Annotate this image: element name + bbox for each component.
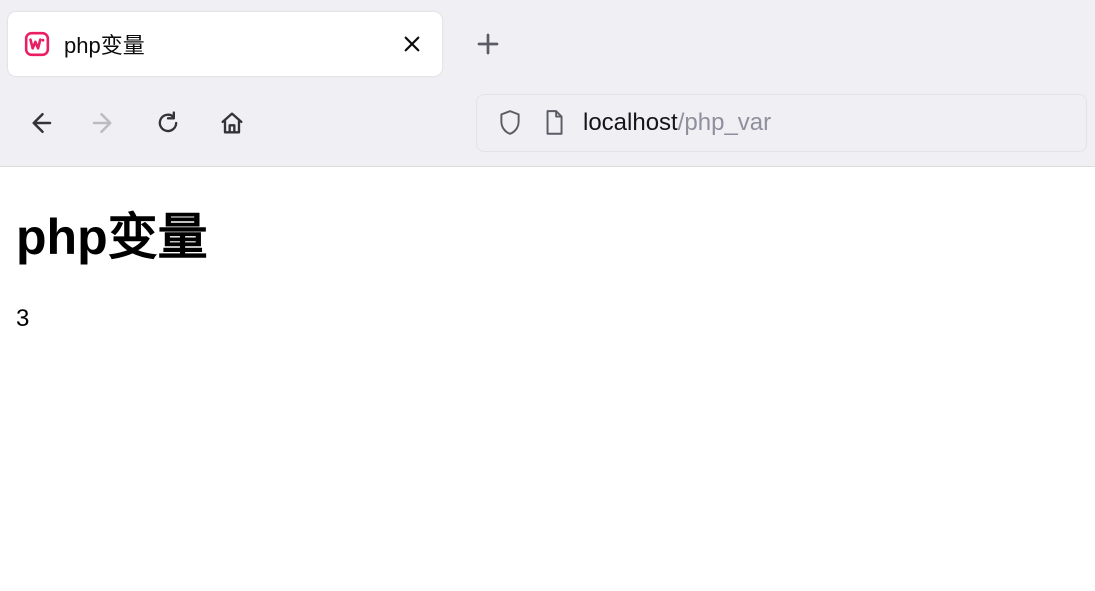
url-path: /php_var	[678, 109, 771, 136]
home-button[interactable]	[204, 95, 260, 151]
page-heading: php变量	[16, 197, 1079, 269]
shield-icon[interactable]	[495, 108, 525, 138]
tab-strip: php变量	[0, 0, 1095, 80]
browser-tab[interactable]: php变量	[8, 12, 442, 76]
wamp-icon	[24, 31, 50, 57]
address-bar[interactable]: localhost/php_var	[476, 94, 1087, 152]
browser-chrome: php变量	[0, 0, 1095, 167]
url-display[interactable]: localhost/php_var	[583, 109, 771, 137]
back-button[interactable]	[12, 95, 68, 151]
forward-button[interactable]	[76, 95, 132, 151]
page-body-text: 3	[16, 305, 1079, 333]
reload-button[interactable]	[140, 95, 196, 151]
toolbar: localhost/php_var	[0, 80, 1095, 166]
close-icon[interactable]	[398, 30, 426, 58]
url-host: localhost	[583, 109, 678, 136]
new-tab-button[interactable]	[462, 18, 514, 70]
page-icon[interactable]	[539, 108, 569, 138]
tab-title: php变量	[64, 28, 384, 60]
page-content: php变量 3	[0, 167, 1095, 363]
